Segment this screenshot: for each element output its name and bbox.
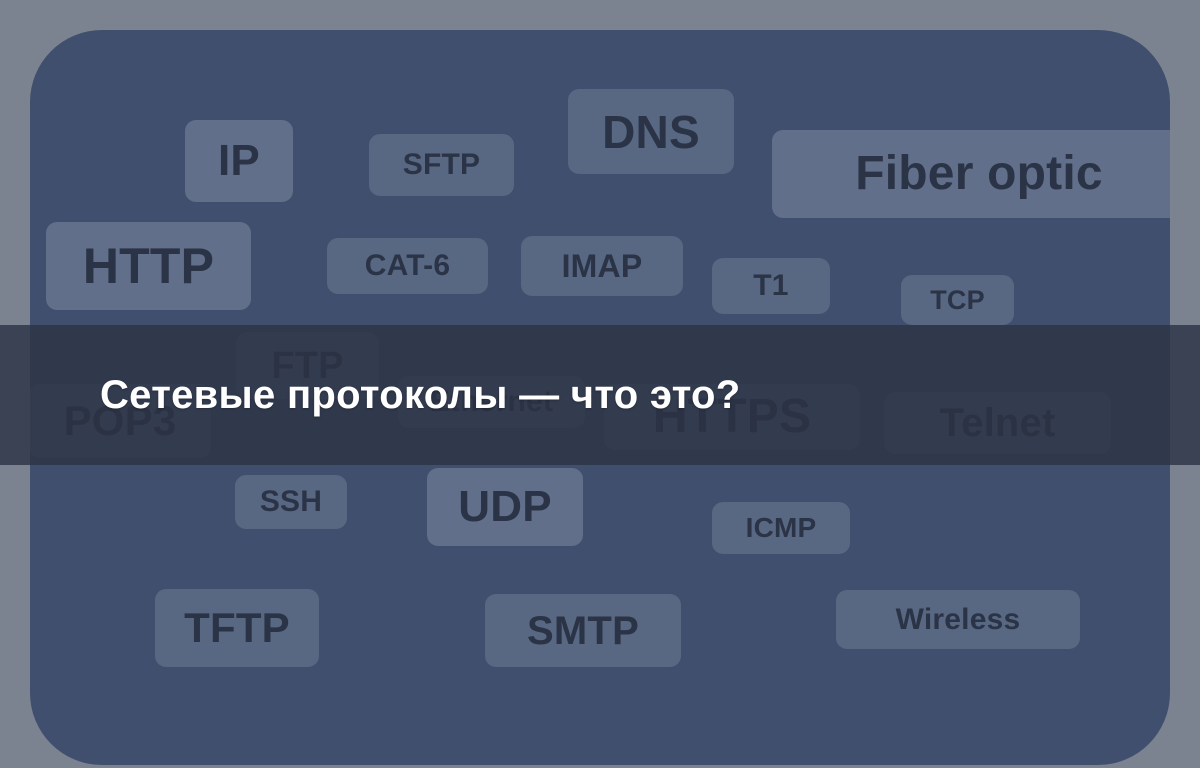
protocol-tag: SFTP bbox=[369, 134, 514, 196]
protocol-tag-label: TCP bbox=[930, 284, 985, 315]
protocol-tag-label: SMTP bbox=[527, 608, 639, 653]
protocol-tag-label: SSH bbox=[259, 485, 323, 518]
tag-cloud-banner: IPSFTPDNSFiber opticHTTPCAT-6IMAPT1TCPFT… bbox=[0, 0, 1200, 768]
protocol-tag: TCP bbox=[901, 275, 1014, 325]
protocol-tag: ICMP bbox=[712, 502, 850, 554]
protocol-tag-label: T1 bbox=[753, 269, 789, 302]
protocol-tag: T1 bbox=[712, 258, 830, 314]
protocol-tag-label: TFTP bbox=[184, 604, 290, 651]
protocol-tag-label: Wireless bbox=[895, 602, 1021, 636]
protocol-tag: Fiber optic bbox=[772, 130, 1170, 218]
protocol-tag-label: Fiber optic bbox=[855, 147, 1103, 200]
protocol-tag-label: HTTP bbox=[82, 238, 215, 294]
protocol-tag: SSH bbox=[235, 475, 347, 529]
protocol-tag-label: ICMP bbox=[745, 512, 817, 543]
protocol-tag: DNS bbox=[568, 89, 734, 174]
protocol-tag: IMAP bbox=[521, 236, 683, 296]
protocol-tag-label: CAT-6 bbox=[364, 249, 451, 282]
protocol-tag: SMTP bbox=[485, 594, 681, 667]
protocol-tag-label: DNS bbox=[602, 105, 700, 158]
page-title: Сетевые протоколы — что это? bbox=[100, 372, 741, 417]
protocol-tag-label: SFTP bbox=[402, 148, 481, 181]
protocol-tag-label: IP bbox=[218, 136, 260, 185]
protocol-tag: Wireless bbox=[836, 590, 1080, 649]
protocol-tag: TFTP bbox=[155, 589, 319, 667]
protocol-tag-label: IMAP bbox=[561, 248, 643, 284]
protocol-tag-label: UDP bbox=[458, 482, 552, 531]
title-overlay-band: Сетевые протоколы — что это? bbox=[0, 325, 1200, 465]
protocol-tag: UDP bbox=[427, 468, 583, 546]
protocol-tag: IP bbox=[185, 120, 293, 202]
protocol-tag: CAT-6 bbox=[327, 238, 488, 294]
protocol-tag: HTTP bbox=[46, 222, 251, 310]
